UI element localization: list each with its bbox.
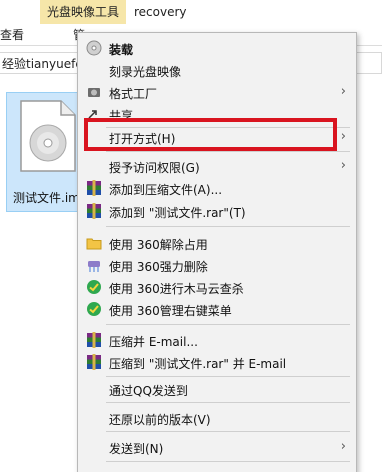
menu-label: 格式工厂 — [109, 87, 158, 101]
winrar-icon — [87, 354, 101, 370]
menu-label: 压缩并 E-mail... — [109, 335, 198, 349]
menu-item-360-manage-menu[interactable]: 使用 360管理右键菜单 — [78, 297, 356, 321]
file-item-selected[interactable]: 测试文件.im — [6, 92, 88, 212]
menu-label: 还原以前的版本(V) — [109, 413, 211, 427]
menu-separator — [106, 226, 350, 227]
file-name: 测试文件.im — [13, 191, 80, 205]
menu-separator — [106, 324, 350, 325]
menu-label: 使用 360管理右键菜单 — [109, 304, 232, 318]
menu-label: 刻录光盘映像 — [109, 65, 182, 79]
360-shield-icon — [87, 302, 101, 316]
submenu-arrow-icon: › — [340, 439, 346, 454]
menu-label: 添加到压缩文件(A)... — [109, 183, 223, 197]
disc-image-file-icon — [20, 100, 76, 172]
menu-label: 发送到(N) — [109, 442, 164, 456]
address-path: 经验tianyuefei — [2, 57, 87, 71]
menu-item-send-qq[interactable]: 通过QQ发送到 — [78, 377, 356, 401]
menu-item-cut[interactable]: 剪切 — [78, 465, 356, 472]
winrar-icon — [87, 332, 101, 348]
ribbon-title-bar: 光盘映像工具 recovery — [0, 0, 382, 24]
menu-item-restore-version[interactable]: 还原以前的版本(V) — [78, 406, 356, 430]
tab-disc-image-tools[interactable]: 光盘映像工具 — [40, 0, 126, 24]
menu-separator — [106, 461, 350, 462]
menu-label: 添加到 "测试文件.rar"(T) — [109, 206, 246, 220]
menu-label: 使用 360强力删除 — [109, 260, 208, 274]
menu-label: 使用 360进行木马云查杀 — [109, 282, 244, 296]
winrar-icon — [87, 203, 101, 219]
menu-item-compress-rar-email[interactable]: 压缩到 "测试文件.rar" 并 E-mail — [78, 350, 356, 374]
menu-item-send-to[interactable]: 发送到(N) › — [78, 435, 356, 459]
menu-label: 使用 360解除占用 — [109, 238, 208, 252]
menu-item-360-force-delete[interactable]: 使用 360强力删除 — [78, 253, 356, 277]
format-factory-icon — [88, 88, 100, 97]
menu-separator — [106, 402, 350, 403]
annotation-highlight-box — [84, 118, 337, 151]
window-title: recovery — [134, 5, 187, 19]
winrar-icon — [87, 180, 101, 196]
submenu-arrow-icon: › — [340, 158, 346, 173]
menu-item-compress-email[interactable]: 压缩并 E-mail... — [78, 328, 356, 352]
menu-item-360-unlock[interactable]: 使用 360解除占用 — [78, 231, 356, 255]
menu-item-format-factory[interactable]: 格式工厂 › — [78, 80, 356, 104]
submenu-arrow-icon: › — [340, 84, 346, 99]
menu-separator — [106, 431, 350, 432]
360-shield-icon — [87, 280, 101, 294]
menu-item-add-to-rar[interactable]: 添加到 "测试文件.rar"(T) — [78, 199, 356, 223]
menu-label: 装载 — [109, 43, 134, 57]
menu-label: 压缩到 "测试文件.rar" 并 E-mail — [109, 357, 287, 371]
menu-item-360-trojan-scan[interactable]: 使用 360进行木马云查杀 — [78, 275, 356, 299]
tab-view[interactable]: 查看 — [0, 26, 24, 43]
shredder-icon — [88, 261, 100, 272]
submenu-arrow-icon: › — [340, 129, 346, 144]
menu-label: 通过QQ发送到 — [109, 384, 188, 398]
menu-separator — [106, 151, 350, 152]
context-menu: 装载 刻录光盘映像 格式工厂 › 共享 打开方式(H) › 授予访问权限(G) … — [77, 32, 357, 472]
menu-item-mount[interactable]: 装载 — [78, 36, 356, 60]
disc-icon — [86, 40, 102, 56]
menu-item-burn[interactable]: 刻录光盘映像 — [78, 58, 356, 82]
folder-unlock-icon — [86, 238, 102, 250]
menu-item-grant-access[interactable]: 授予访问权限(G) › — [78, 154, 356, 178]
menu-item-add-to-archive[interactable]: 添加到压缩文件(A)... — [78, 176, 356, 200]
menu-label: 授予访问权限(G) — [109, 161, 200, 175]
